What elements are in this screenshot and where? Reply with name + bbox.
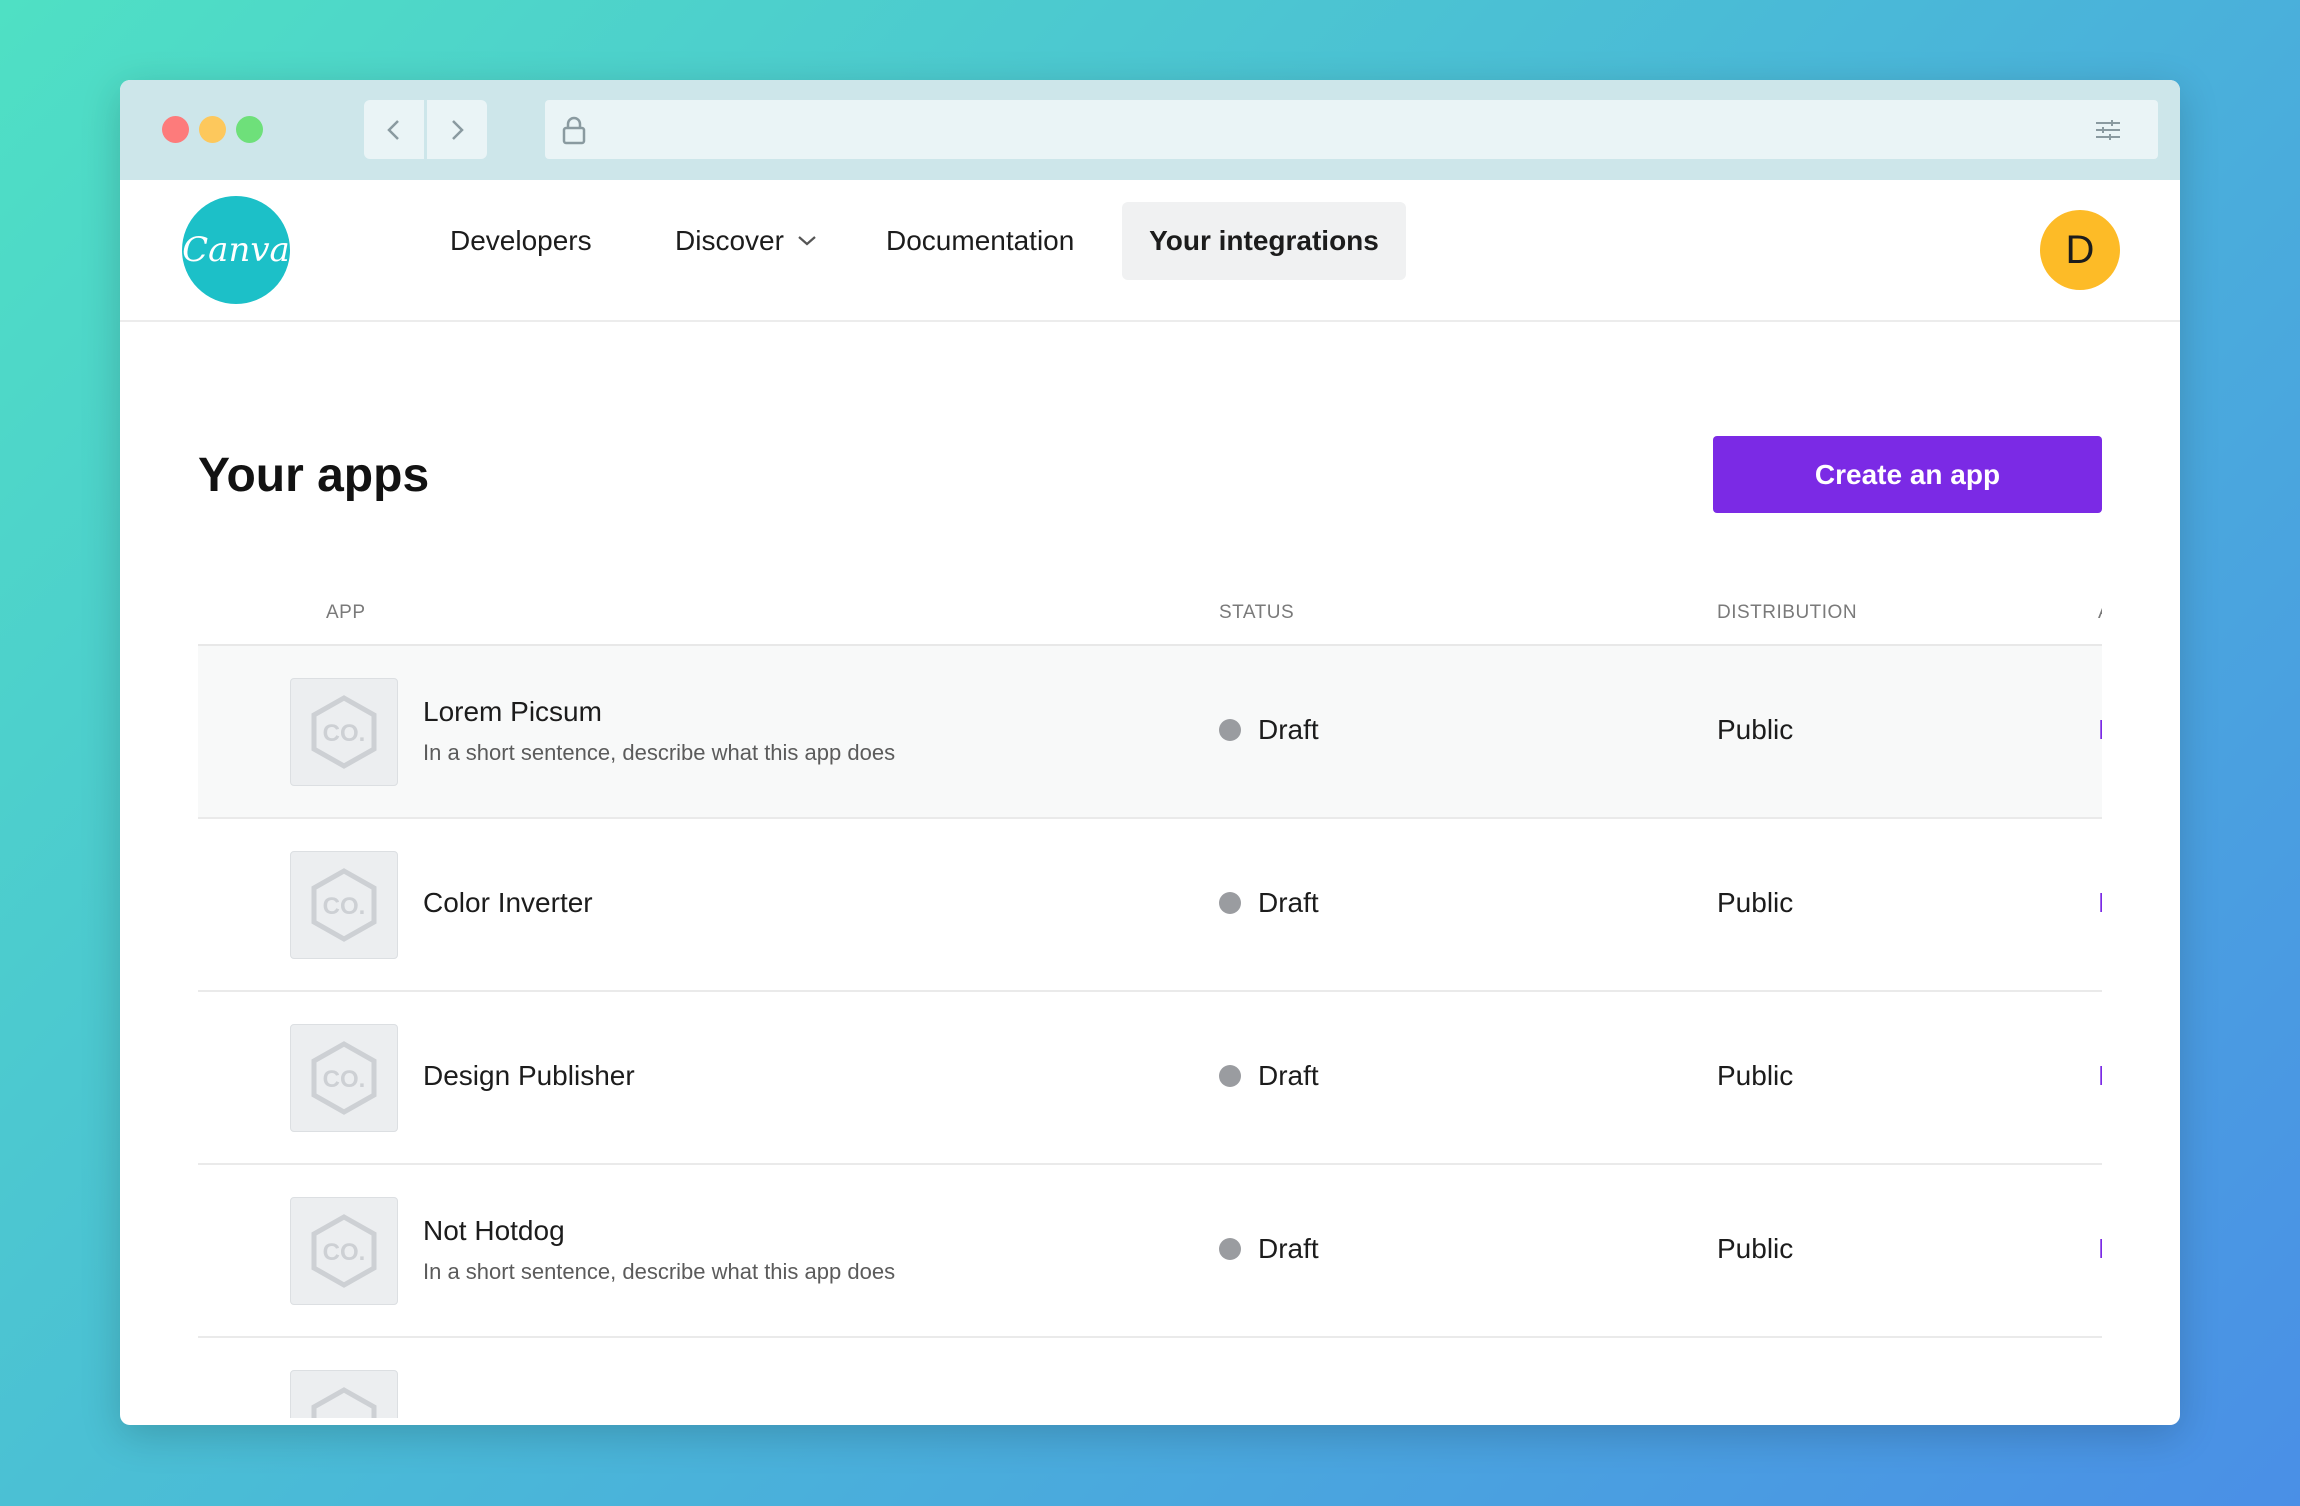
browser-window: Canva Developers Discover Documentation … xyxy=(120,80,2180,1425)
lock-icon xyxy=(562,116,586,145)
page-title: Your apps xyxy=(198,449,430,502)
forward-button[interactable] xyxy=(427,100,487,159)
site-header: Canva Developers Discover Documentation … xyxy=(120,180,2180,322)
app-description: In a short sentence, describe what this … xyxy=(423,740,896,765)
column-header-status: STATUS xyxy=(1219,602,1295,623)
table-row[interactable] xyxy=(198,1338,2102,1418)
app-name[interactable]: Color Inverter xyxy=(423,887,593,919)
app-distribution: Public xyxy=(1717,1233,1794,1264)
table-row[interactable]: CO. Lorem Picsum In a short sentence, de… xyxy=(198,646,2102,819)
app-thumbnail: CO. xyxy=(290,851,398,959)
app-thumbnail: CO. xyxy=(290,1024,398,1132)
browser-settings-button[interactable] xyxy=(2078,100,2138,159)
app-distribution: Public xyxy=(1717,1060,1794,1091)
placeholder-logo-icon: CO. xyxy=(311,695,377,769)
table-row[interactable]: CO. Not Hotdog In a short sentence, desc… xyxy=(198,1165,2102,1338)
nav-label: Documentation xyxy=(886,225,1075,256)
chevron-left-icon xyxy=(387,119,399,140)
app-name[interactable]: Lorem Picsum xyxy=(423,696,602,728)
nav-discover[interactable]: Discover xyxy=(653,202,840,280)
address-bar[interactable] xyxy=(545,100,2158,159)
status-dot xyxy=(1219,719,1241,741)
chevron-down-icon xyxy=(796,234,818,248)
placeholder-logo-icon: CO. xyxy=(311,1214,377,1288)
row-action-link[interactable]: E xyxy=(2098,714,2102,746)
status-dot xyxy=(1219,1065,1241,1087)
app-status: Draft xyxy=(1219,1233,1319,1265)
table-row[interactable]: CO. Color Inverter Draft Public E xyxy=(198,819,2102,992)
nav-documentation[interactable]: Documentation xyxy=(864,202,1096,280)
nav-label: Discover xyxy=(675,225,784,256)
close-window-button[interactable] xyxy=(162,116,189,143)
app-status: Draft xyxy=(1219,714,1319,746)
create-app-button[interactable]: Create an app xyxy=(1713,436,2102,513)
column-header-distribution: DISTRIBUTION xyxy=(1717,602,1858,623)
app-status: Draft xyxy=(1219,887,1319,919)
placeholder-logo-icon xyxy=(311,1387,377,1418)
table-row[interactable]: CO. Design Publisher Draft Public E xyxy=(198,992,2102,1165)
placeholder-logo-icon: CO. xyxy=(311,868,377,942)
row-action-link[interactable]: E xyxy=(2098,1060,2102,1092)
nav-developers[interactable]: Developers xyxy=(428,202,614,280)
status-dot xyxy=(1219,892,1241,914)
app-distribution: Public xyxy=(1717,887,1794,918)
svg-text:CO.: CO. xyxy=(323,720,366,747)
apps-table: APP STATUS DISTRIBUTION A CO. Lorem Pics… xyxy=(198,582,2102,1418)
main-content: Your apps Create an app APP STATUS DISTR… xyxy=(120,322,2180,1425)
app-name[interactable]: Not Hotdog xyxy=(423,1215,565,1247)
status-label: Draft xyxy=(1258,1233,1319,1264)
app-distribution: Public xyxy=(1717,714,1794,745)
maximize-window-button[interactable] xyxy=(236,116,263,143)
nav-label: Developers xyxy=(450,225,592,256)
status-label: Draft xyxy=(1258,714,1319,745)
column-header-app: APP xyxy=(326,602,366,623)
app-description: In a short sentence, describe what this … xyxy=(423,1259,896,1284)
status-dot xyxy=(1219,1238,1241,1260)
user-avatar[interactable]: D xyxy=(2040,210,2120,290)
minimize-window-button[interactable] xyxy=(199,116,226,143)
nav-label: Your integrations xyxy=(1149,225,1379,256)
svg-text:CO.: CO. xyxy=(323,1239,366,1266)
column-header-actions: A xyxy=(2098,602,2102,624)
back-button[interactable] xyxy=(364,100,424,159)
chevron-right-icon xyxy=(452,119,464,140)
browser-toolbar xyxy=(120,80,2180,180)
canva-logo[interactable]: Canva xyxy=(182,196,290,304)
sliders-icon xyxy=(2096,119,2120,140)
row-action-link[interactable]: E xyxy=(2098,887,2102,919)
svg-text:CO.: CO. xyxy=(323,893,366,920)
row-action-link[interactable]: E xyxy=(2098,1233,2102,1265)
app-thumbnail: CO. xyxy=(290,678,398,786)
nav-your-integrations[interactable]: Your integrations xyxy=(1122,202,1406,280)
app-status: Draft xyxy=(1219,1060,1319,1092)
app-thumbnail xyxy=(290,1370,398,1418)
placeholder-logo-icon: CO. xyxy=(311,1041,377,1115)
app-thumbnail: CO. xyxy=(290,1197,398,1305)
status-label: Draft xyxy=(1258,887,1319,918)
svg-text:CO.: CO. xyxy=(323,1066,366,1093)
table-header: APP STATUS DISTRIBUTION A xyxy=(198,582,2102,646)
app-name[interactable]: Design Publisher xyxy=(423,1060,635,1092)
status-label: Draft xyxy=(1258,1060,1319,1091)
